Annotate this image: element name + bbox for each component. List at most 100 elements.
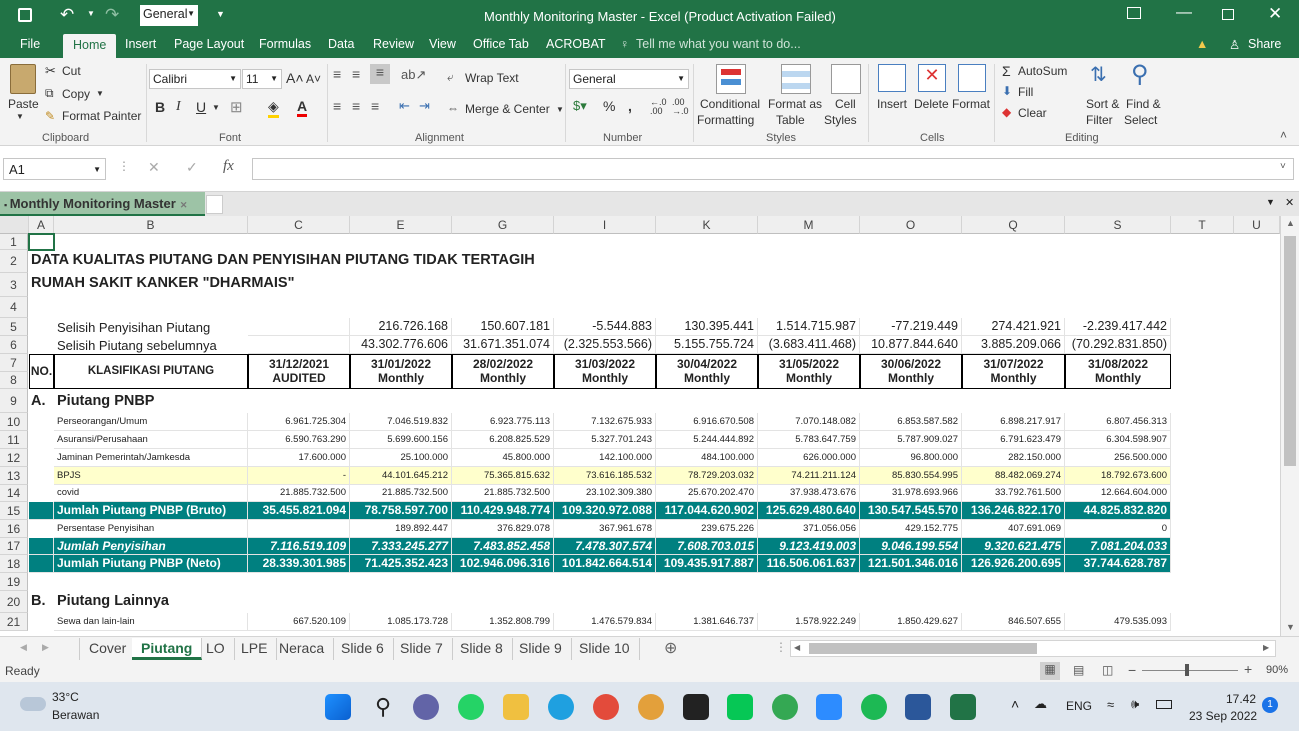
r16-label[interactable]: Persentase Penyisihan	[54, 520, 248, 538]
clock-date[interactable]: 23 Sep 2022	[1189, 709, 1257, 723]
row-header-9[interactable]: 9	[0, 389, 28, 413]
new-tab-button[interactable]	[206, 195, 223, 214]
r6-cell[interactable]: (70.292.831.850)	[1065, 336, 1171, 354]
sheet-tab-slide8[interactable]: Slide 8	[451, 638, 513, 660]
r21-label[interactable]: Sewa dan lain-lain	[54, 613, 248, 631]
r21-cell[interactable]: 1.850.429.627	[860, 613, 962, 631]
increase-decimal-icon[interactable]: ←.0.00	[650, 98, 667, 116]
r6-cell[interactable]: (3.683.411.468)	[758, 336, 860, 354]
copy-button[interactable]: Copy	[62, 87, 90, 101]
scroll-right-icon[interactable]: ▶	[1263, 643, 1269, 652]
r12-cell[interactable]: 626.000.000	[758, 449, 860, 467]
row-header-12[interactable]: 12	[0, 449, 28, 467]
r21-cell[interactable]: 1.352.808.799	[452, 613, 554, 631]
accounting-icon[interactable]: $▾	[573, 98, 587, 114]
r13-cell[interactable]: 44.101.645.212	[350, 467, 452, 485]
normal-view-icon[interactable]: ▦	[1040, 662, 1060, 680]
r11-cell[interactable]: 6.208.825.529	[452, 431, 554, 449]
grow-font-icon[interactable]: A˄	[286, 70, 304, 86]
r6-cell[interactable]: 43.302.776.606	[350, 336, 452, 354]
r5-cell[interactable]: -77.219.449	[860, 318, 962, 336]
minimize-icon[interactable]: —	[1176, 4, 1192, 22]
r5-cell[interactable]: 1.514.715.987	[758, 318, 860, 336]
tab-view[interactable]: View	[429, 37, 456, 51]
r17-cell[interactable]: 7.081.204.033	[1065, 538, 1171, 555]
row-header-17[interactable]: 17	[0, 538, 28, 555]
r16-cell[interactable]: 407.691.069	[962, 520, 1065, 538]
tray-expand-icon[interactable]: ˄	[1011, 696, 1019, 712]
r21-cell[interactable]: 1.085.173.728	[350, 613, 452, 631]
italic-button[interactable]: I	[176, 99, 181, 115]
tab-review[interactable]: Review	[373, 37, 414, 51]
header-period[interactable]: 31/05/2022 Monthly	[758, 354, 860, 389]
ribbon-display-icon[interactable]	[1127, 7, 1141, 19]
r18-label[interactable]: Jumlah Piutang PNBP (Neto)	[54, 555, 248, 573]
temperature[interactable]: 33°C	[52, 690, 79, 704]
r17-cell[interactable]: 7.116.519.109	[248, 538, 350, 555]
expand-formula-icon[interactable]: ˅	[1280, 161, 1286, 172]
row-header-1[interactable]: 1	[0, 234, 28, 250]
r12-cell[interactable]: 96.800.000	[860, 449, 962, 467]
r21-cell[interactable]: 846.507.655	[962, 613, 1065, 631]
format-painter-button[interactable]: Format Painter	[62, 109, 141, 123]
font-name-select[interactable]: Calibri ▼	[149, 69, 241, 89]
orientation-icon[interactable]: ab↗	[401, 67, 426, 83]
r14-label[interactable]: covid	[54, 485, 248, 502]
r10-cell[interactable]: 6.916.670.508	[656, 413, 758, 431]
fill-color-icon[interactable]: ◈	[268, 98, 279, 118]
whatsapp-icon[interactable]	[458, 694, 484, 720]
hscroll-thumb[interactable]	[809, 643, 1037, 654]
column-header-t[interactable]: T	[1171, 216, 1234, 234]
r13-cell[interactable]: 74.211.211.124	[758, 467, 860, 485]
column-header-g[interactable]: G	[452, 216, 554, 234]
zoom-app-icon[interactable]	[816, 694, 842, 720]
r18-cell[interactable]: 116.506.061.637	[758, 555, 860, 573]
r18-cell[interactable]: 121.501.346.016	[860, 555, 962, 573]
r17-cell[interactable]: 9.320.621.475	[962, 538, 1065, 555]
border-icon[interactable]: ⊞	[230, 98, 243, 116]
increase-indent-icon[interactable]: ⇥	[419, 98, 430, 114]
r5-cell[interactable]: -5.544.883	[554, 318, 656, 336]
r15-cell[interactable]: 117.044.620.902	[656, 502, 758, 520]
merge-center-button[interactable]: Merge & Center	[465, 102, 550, 116]
format-as-table-icon[interactable]	[781, 64, 811, 94]
chrome-icon[interactable]	[593, 694, 619, 720]
r15-label[interactable]: Jumlah Piutang PNBP (Bruto)	[54, 502, 248, 520]
r15-cell[interactable]: 110.429.948.774	[452, 502, 554, 520]
row5-label[interactable]: Selisih Penyisihan Piutang	[57, 320, 210, 335]
column-header-s[interactable]: S	[1065, 216, 1171, 234]
save-icon[interactable]	[18, 8, 32, 22]
word-icon[interactable]	[905, 694, 931, 720]
sheet-tab-cover[interactable]: Cover	[79, 638, 137, 660]
r15-cell[interactable]: 136.246.822.170	[962, 502, 1065, 520]
excel-taskbar-icon[interactable]	[950, 694, 976, 720]
row-header-10[interactable]: 10	[0, 413, 28, 431]
r18-cell[interactable]: 71.425.352.423	[350, 555, 452, 573]
align-middle-icon[interactable]: ≡	[352, 66, 360, 82]
r21-cell[interactable]: 667.520.109	[248, 613, 350, 631]
r18-cell[interactable]: 102.946.096.316	[452, 555, 554, 573]
column-header-o[interactable]: O	[860, 216, 962, 234]
tab-insert[interactable]: Insert	[125, 37, 156, 51]
r15-cell[interactable]: 35.455.821.094	[248, 502, 350, 520]
r14-cell[interactable]: 21.885.732.500	[248, 485, 350, 502]
font-size-select[interactable]: 11 ▼	[242, 69, 282, 89]
horizontal-scrollbar[interactable]: ◀ ▶	[790, 640, 1276, 657]
paste-icon[interactable]	[10, 64, 36, 94]
volume-icon[interactable]: 🕪	[1131, 696, 1139, 712]
zoom-in-icon[interactable]: +	[1244, 661, 1252, 677]
scroll-right-icon[interactable]: ▶	[42, 642, 49, 653]
sort-filter-label-2[interactable]: Filter	[1086, 113, 1113, 127]
r6-cell[interactable]: 3.885.209.066	[962, 336, 1065, 354]
row-header-15[interactable]: 15	[0, 502, 28, 520]
r5-cell[interactable]: 216.726.168	[350, 318, 452, 336]
r13-cell[interactable]: 88.482.069.274	[962, 467, 1065, 485]
row-header-16[interactable]: 16	[0, 520, 28, 538]
header-period[interactable]: 28/02/2022 Monthly	[452, 354, 554, 389]
battery-icon[interactable]	[1156, 700, 1172, 709]
r18-cell[interactable]: 109.435.917.887	[656, 555, 758, 573]
windows-start-icon[interactable]	[325, 694, 351, 720]
scroll-left-icon[interactable]: ◀	[794, 643, 800, 652]
r5-cell[interactable]: 130.395.441	[656, 318, 758, 336]
shrink-font-icon[interactable]: A˅	[306, 72, 321, 86]
